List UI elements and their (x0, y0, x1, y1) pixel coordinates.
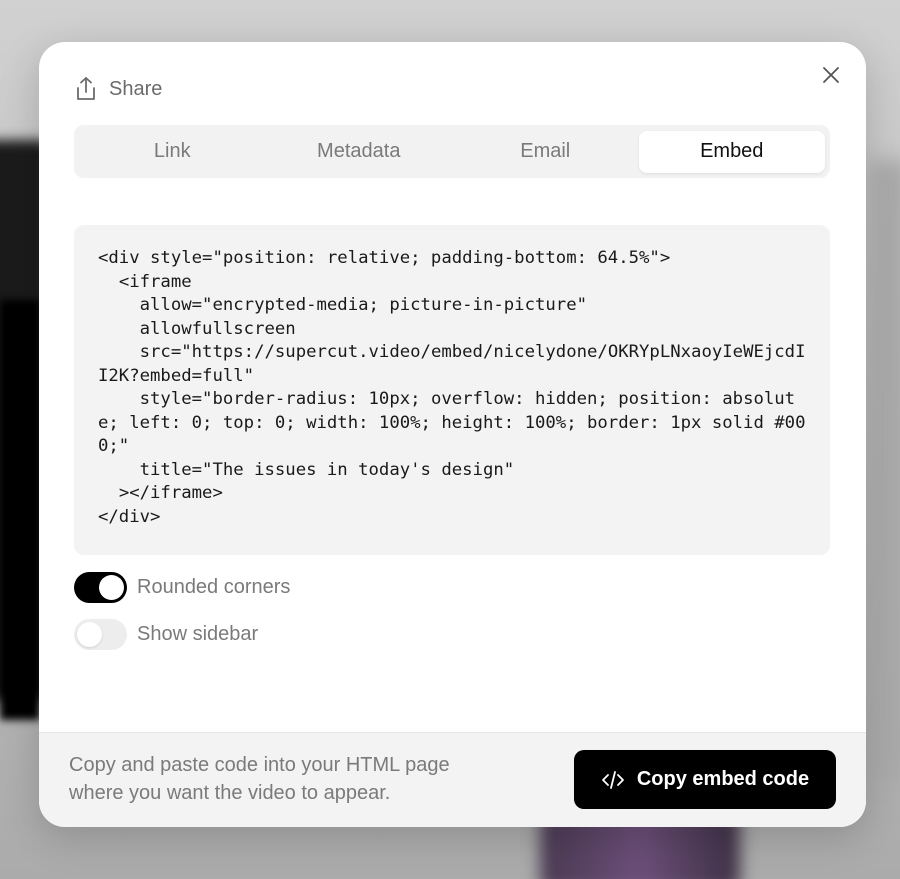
share-tabs: Link Metadata Email Embed (74, 125, 830, 178)
modal-header: Share (75, 76, 162, 102)
tab-metadata[interactable]: Metadata (266, 131, 453, 173)
modal-footer: Copy and paste code into your HTML page … (39, 732, 866, 827)
tab-link[interactable]: Link (79, 131, 266, 173)
embed-code-block[interactable]: <div style="position: relative; padding-… (74, 225, 830, 555)
rounded-corners-label: Rounded corners (137, 576, 291, 598)
embed-code-text[interactable]: <div style="position: relative; padding-… (98, 247, 806, 529)
show-sidebar-label: Show sidebar (137, 623, 259, 645)
show-sidebar-toggle[interactable] (74, 619, 127, 650)
show-sidebar-option: Show sidebar (74, 619, 258, 650)
backdrop-shape (0, 300, 40, 720)
tab-email[interactable]: Email (452, 131, 639, 173)
footer-hint: Copy and paste code into your HTML page … (69, 754, 450, 804)
tab-embed[interactable]: Embed (638, 130, 825, 173)
toggle-knob (99, 575, 124, 600)
rounded-corners-option: Rounded corners (74, 572, 290, 603)
share-modal: Share Link Metadata Email Embed <div sty… (39, 42, 866, 827)
backdrop-shape (870, 160, 900, 780)
share-icon (75, 76, 97, 102)
code-icon (601, 770, 625, 790)
rounded-corners-toggle[interactable] (74, 572, 127, 603)
close-icon (822, 66, 840, 89)
copy-embed-code-button[interactable]: Copy embed code (574, 750, 836, 809)
toggle-knob (77, 622, 102, 647)
close-button[interactable] (818, 64, 844, 90)
modal-title: Share (109, 77, 163, 100)
copy-embed-code-label: Copy embed code (636, 768, 810, 790)
